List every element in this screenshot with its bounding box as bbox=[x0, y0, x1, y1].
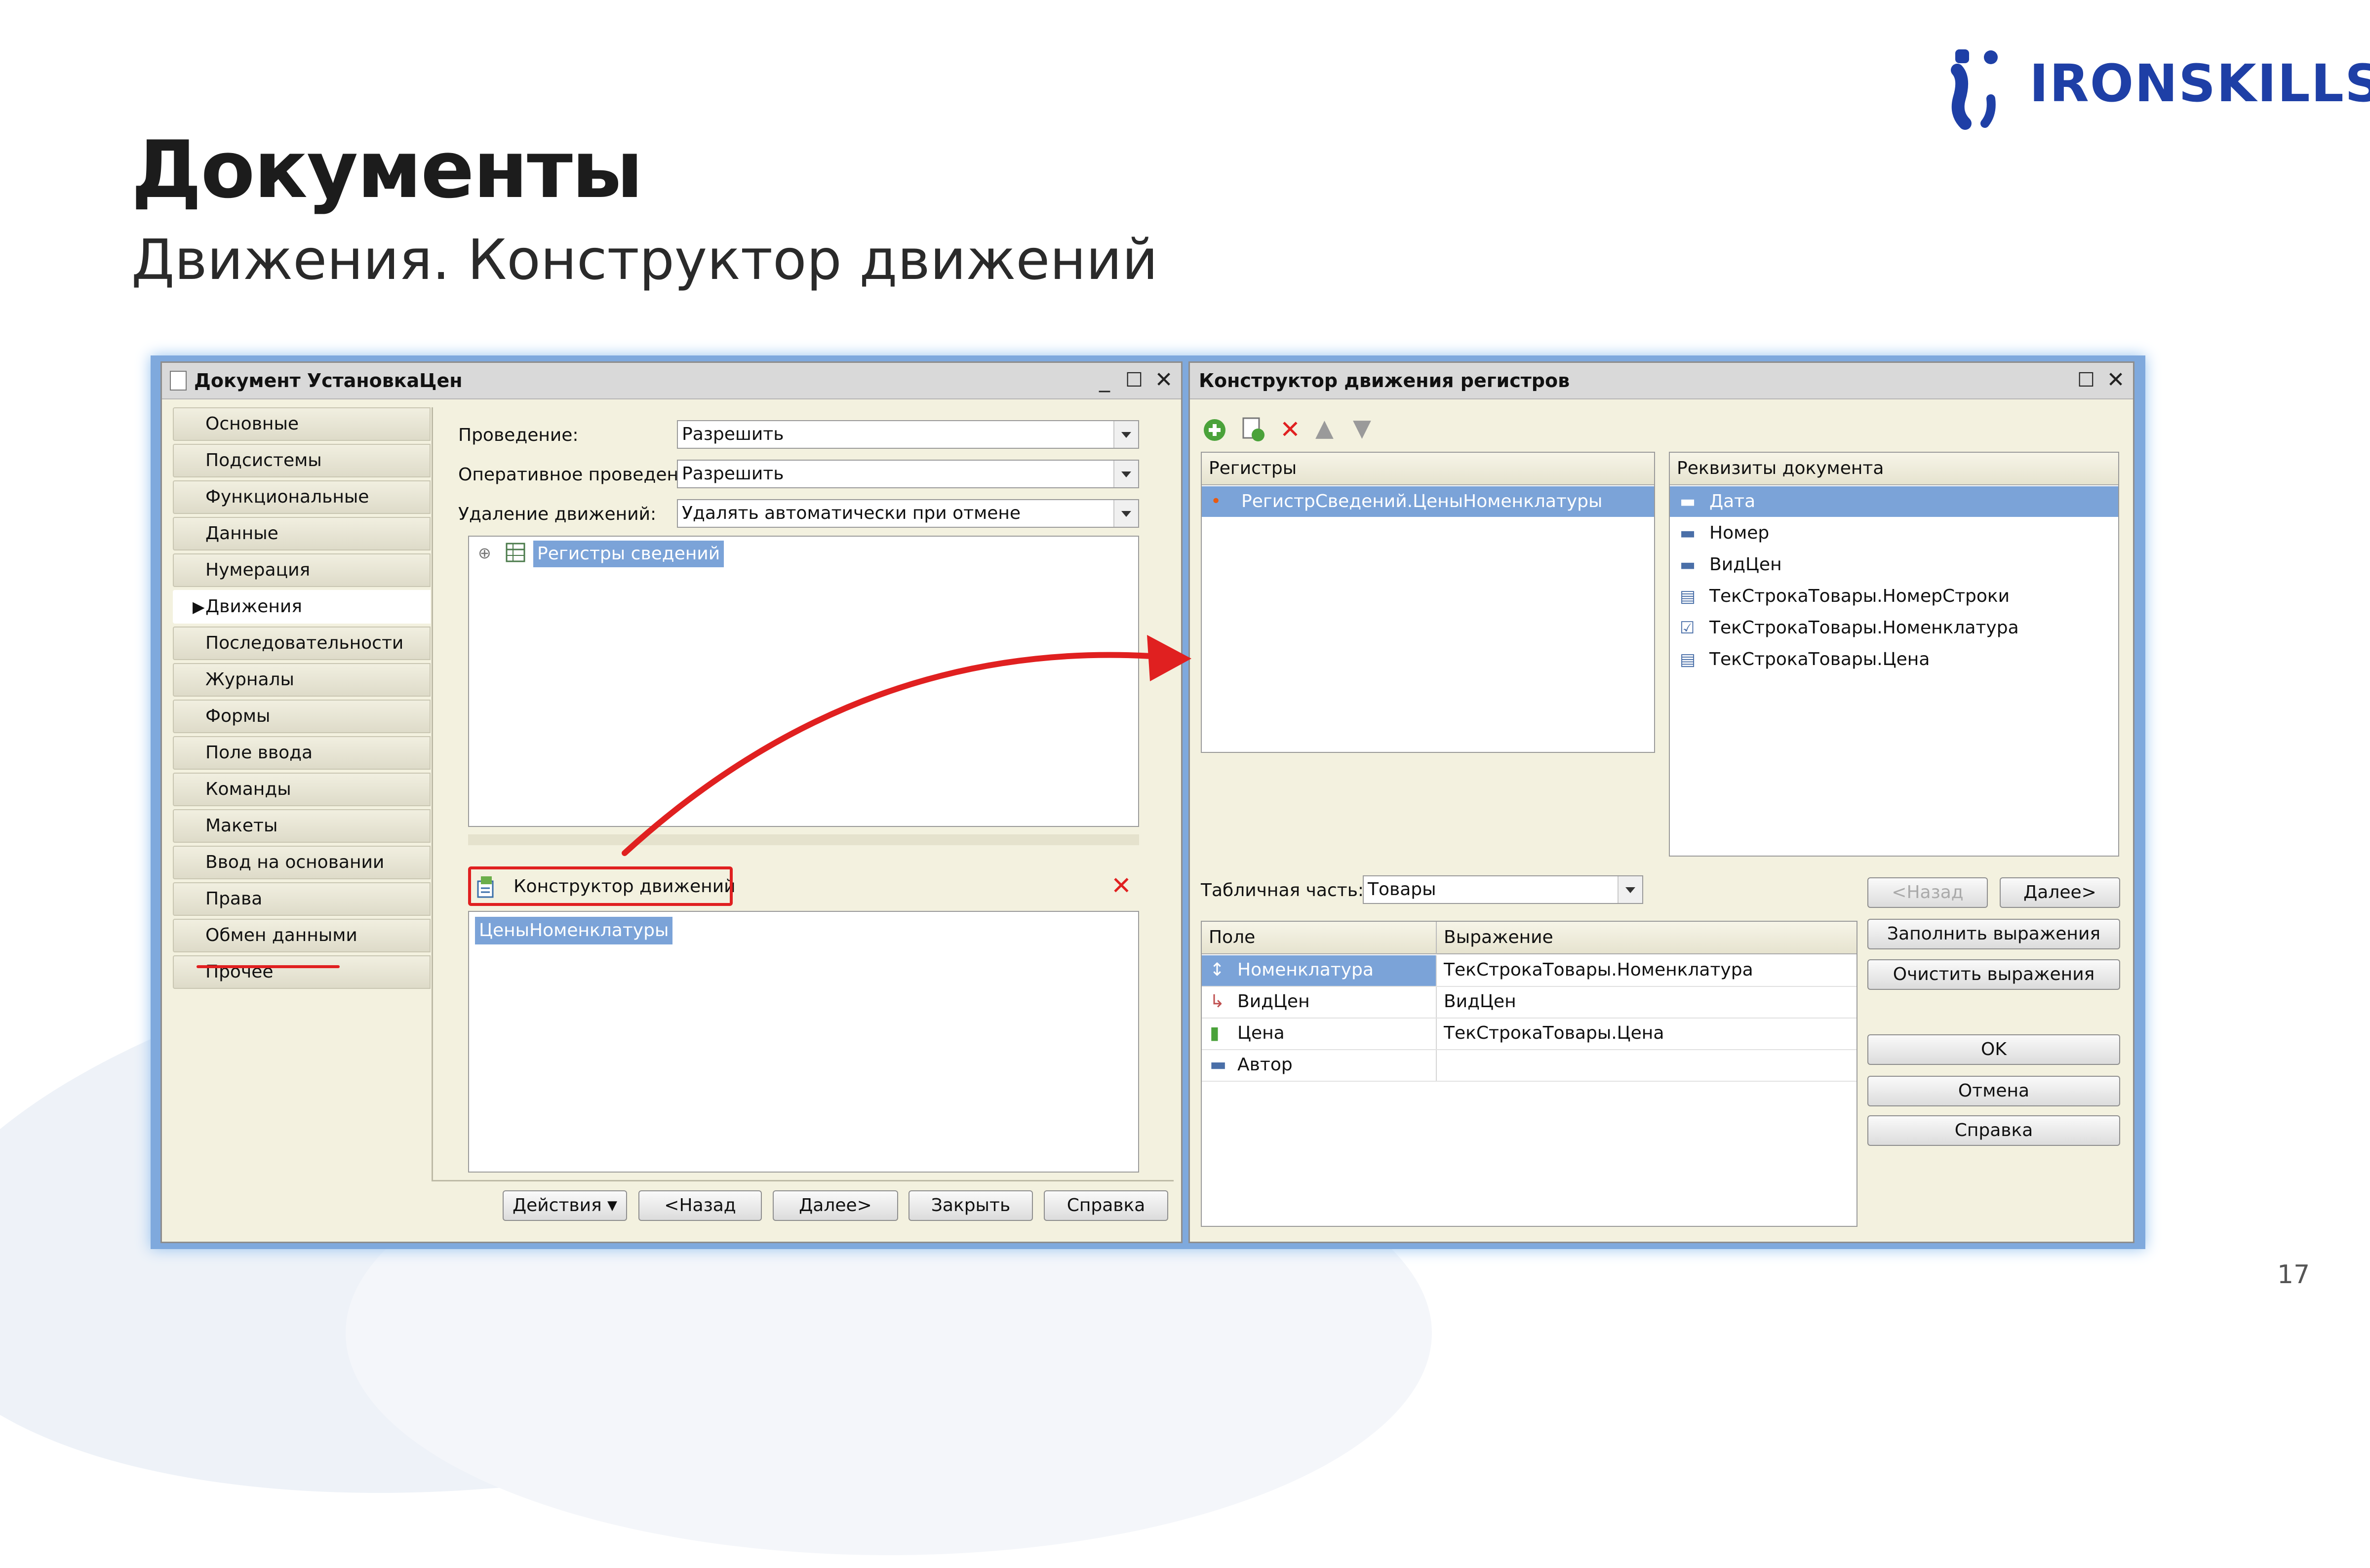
slide-subtitle: Движения. Конструктор движений bbox=[131, 228, 1158, 292]
page-number: 17 bbox=[2277, 1260, 2310, 1290]
logo-icon bbox=[1951, 49, 1998, 130]
annotation-arrow bbox=[622, 635, 1191, 856]
slide-title: Документы bbox=[131, 123, 643, 216]
screenshot-frame: Документ УстановкаЦен _ ☐ ✕ Основные Подс… bbox=[151, 355, 2145, 1249]
logo-text: IRONSKILLS bbox=[2029, 53, 2370, 114]
logo: IRONSKILLS bbox=[1950, 44, 2370, 133]
